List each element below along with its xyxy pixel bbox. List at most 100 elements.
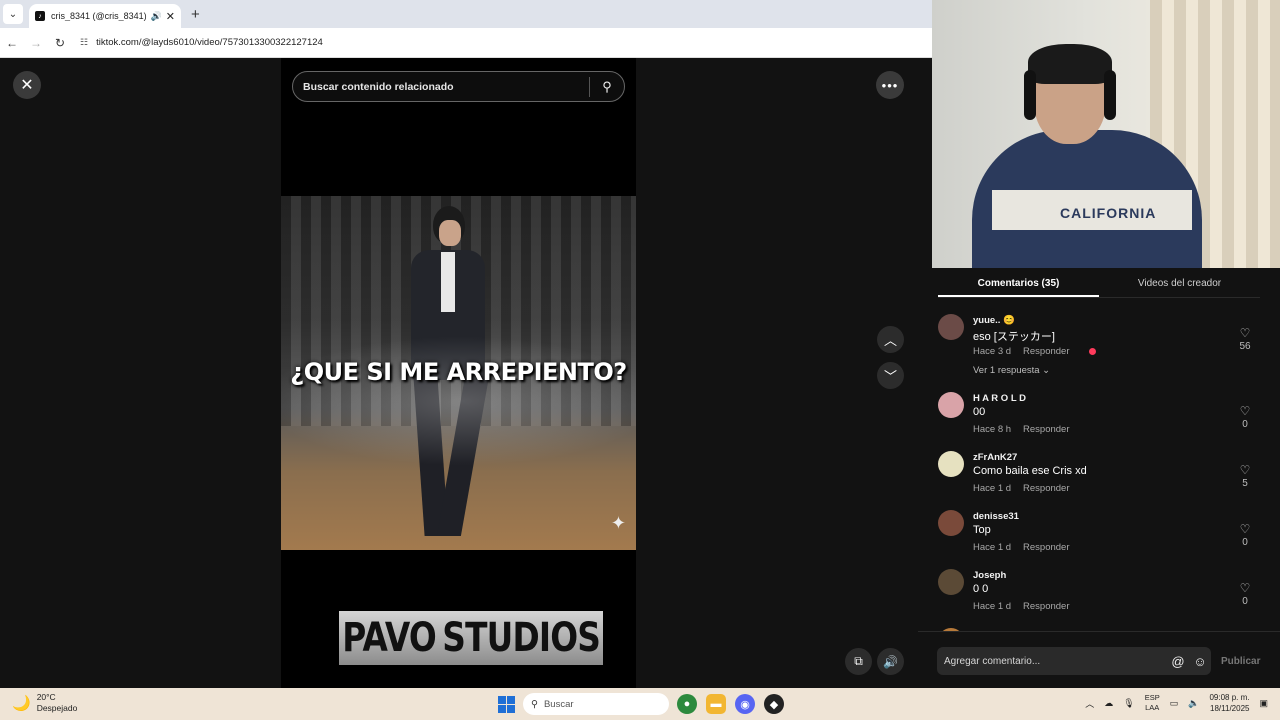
- panel-tabs: Comentarios (35) Videos del creador: [938, 268, 1260, 298]
- network-icon[interactable]: ▭: [1170, 698, 1179, 709]
- video-caption: ¿QUE SI ME ARREPIENTO?: [290, 358, 627, 386]
- back-button[interactable]: ←: [0, 36, 24, 50]
- comment-time: Hace 1 d: [973, 601, 1012, 612]
- notification-icon[interactable]: ▣: [1259, 698, 1268, 709]
- comment-time: Hace 8 h: [973, 424, 1012, 435]
- windows-start-icon[interactable]: [498, 696, 515, 713]
- comment-avatar[interactable]: [938, 451, 964, 477]
- speaker-icon[interactable]: 🔈: [1188, 698, 1199, 709]
- heart-icon[interactable]: ♡: [1240, 404, 1251, 418]
- taskbar-search[interactable]: ⚲ Buscar: [523, 693, 669, 715]
- like-button[interactable]: ♡ 56: [1232, 326, 1258, 352]
- comment-avatar[interactable]: [938, 314, 964, 340]
- comment-text: eso [ステッカー]: [973, 331, 1055, 343]
- reply-button[interactable]: Responder: [1023, 483, 1069, 494]
- tab-close-icon[interactable]: ✕: [166, 10, 175, 23]
- clock[interactable]: 09:08 p. m. 18/11/2025: [1209, 692, 1249, 714]
- publish-button[interactable]: Publicar: [1221, 656, 1260, 667]
- new-tab-button[interactable]: +: [191, 6, 200, 23]
- comment-username[interactable]: Joseph: [973, 570, 1006, 581]
- tab-title: cris_8341 (@cris_8341) | Tik: [51, 11, 147, 21]
- volume-icon[interactable]: 🔊: [877, 648, 904, 675]
- video-player[interactable]: Buscar contenido relacionado ⚲ ¿QUE SI M…: [281, 58, 636, 688]
- comment-input[interactable]: Agregar comentario... @ ☺: [937, 647, 1211, 675]
- view-replies-button[interactable]: Ver 1 respuesta ⌄: [973, 365, 1050, 376]
- heart-icon[interactable]: ♡: [1240, 463, 1251, 477]
- comment-text: 0 0: [973, 583, 989, 595]
- lang-bottom: LAA: [1145, 703, 1160, 712]
- comment-username[interactable]: yuue.. 😊: [973, 315, 1015, 326]
- comment-meta: Hace 1 d Responder: [973, 542, 1070, 553]
- related-search-bar[interactable]: Buscar contenido relacionado ⚲: [292, 71, 625, 102]
- reply-button[interactable]: Responder: [1023, 424, 1069, 435]
- system-tray: ︿ ☁ 🎙 ESP LAA ▭ 🔈 09:08 p. m. 18/11/2025…: [1085, 692, 1268, 714]
- comment-meta: Hace 1 d Responder: [973, 601, 1070, 612]
- file-explorer-icon[interactable]: ▬: [706, 694, 726, 714]
- comment-meta: Hace 1 d Responder: [973, 483, 1070, 494]
- address-bar: ← → ↻ ☷ tiktok.com/@layds6010/video/7573…: [0, 28, 932, 58]
- language-indicator[interactable]: ESP LAA: [1145, 693, 1160, 713]
- tab-search-button[interactable]: ⌄: [3, 4, 23, 24]
- floating-player-icon[interactable]: ⧉: [845, 648, 872, 675]
- weather-status: Despejado: [36, 703, 78, 713]
- like-button[interactable]: ♡ 5: [1232, 463, 1258, 489]
- comment-time: Hace 1 d: [973, 483, 1012, 494]
- comment-text: Como baila ese Cris xd: [973, 465, 1087, 477]
- heart-icon[interactable]: ♡: [1240, 522, 1251, 536]
- comment-text: Top: [973, 524, 991, 536]
- reload-button[interactable]: ↻: [48, 36, 72, 50]
- mention-icon[interactable]: @: [1167, 654, 1189, 669]
- comment-avatar[interactable]: [938, 392, 964, 418]
- like-count: 0: [1242, 537, 1248, 548]
- like-button[interactable]: ♡ 0: [1232, 522, 1258, 548]
- discord-icon[interactable]: ◉: [735, 694, 755, 714]
- heart-icon[interactable]: ♡: [1240, 326, 1251, 340]
- related-search-input[interactable]: Buscar contenido relacionado: [293, 81, 589, 93]
- app-icon[interactable]: ◆: [764, 694, 784, 714]
- comment-item: H A R O L D 00 Hace 8 h Responder ♡ 0: [918, 390, 1280, 449]
- comment-item: yuue.. 😊 eso [ステッカー] Hace 3 d Responder Ver …: [918, 312, 1280, 390]
- reply-button[interactable]: Responder: [1023, 346, 1069, 357]
- comment-input-placeholder[interactable]: Agregar comentario...: [944, 656, 1167, 667]
- forward-button[interactable]: →: [24, 36, 48, 50]
- tab-comments[interactable]: Comentarios (35): [938, 268, 1099, 297]
- tab-creator-videos[interactable]: Videos del creador: [1099, 268, 1260, 297]
- emoji-icon[interactable]: ☺: [1189, 654, 1211, 669]
- like-button[interactable]: ♡ 0: [1232, 581, 1258, 607]
- video-frame: ¿QUE SI ME ARREPIENTO? ✦: [281, 196, 636, 550]
- reply-button[interactable]: Responder: [1023, 601, 1069, 612]
- video-stage: ✕ ••• Buscar contenido relacionado ⚲ ¿QU…: [0, 58, 918, 688]
- pavo-studios-logo: PAVO STUDIOS: [339, 611, 636, 665]
- comment-item: zFrAnK27 Como baila ese Cris xd Hace 1 d Re…: [918, 449, 1280, 508]
- comment-item: Joseph 0 0 Hace 1 d Responder ♡ 0: [918, 567, 1280, 626]
- comment-avatar[interactable]: [938, 510, 964, 536]
- browser-tab[interactable]: ♪ cris_8341 (@cris_8341) | Tik 🔊 ✕: [29, 4, 181, 28]
- url-field[interactable]: ☷ tiktok.com/@layds6010/video/7573013300…: [80, 37, 323, 48]
- comment-username[interactable]: zFrAnK27: [973, 452, 1017, 463]
- comment-meta: Hace 3 d Responder: [973, 346, 1070, 357]
- more-options-button[interactable]: •••: [876, 71, 904, 99]
- comment-username[interactable]: denisse31: [973, 511, 1019, 522]
- comment-text: 00: [973, 406, 986, 418]
- site-info-icon[interactable]: ☷: [80, 37, 88, 48]
- reply-button[interactable]: Responder: [1023, 542, 1069, 553]
- cloud-icon[interactable]: ☁: [1104, 698, 1113, 709]
- like-button[interactable]: ♡ 0: [1232, 404, 1258, 430]
- like-count: 0: [1242, 596, 1248, 607]
- tray-overflow-icon[interactable]: ︿: [1085, 697, 1094, 710]
- lang-top: ESP: [1144, 693, 1160, 702]
- comment-avatar[interactable]: [938, 569, 964, 595]
- search-icon[interactable]: ⚲: [590, 79, 624, 95]
- close-video-button[interactable]: ✕: [13, 71, 41, 99]
- previous-video-button[interactable]: ︿: [877, 326, 904, 353]
- heart-icon[interactable]: ♡: [1240, 581, 1251, 595]
- tab-audio-icon[interactable]: 🔊: [151, 11, 162, 22]
- comments-panel: Comentarios (35) Videos del creador yuue…: [918, 268, 1280, 688]
- microphone-icon[interactable]: 🎙: [1123, 698, 1134, 709]
- chrome-icon[interactable]: ●: [677, 694, 697, 714]
- temperature: 20°C: [36, 692, 56, 702]
- weather-widget[interactable]: 🌙 20°C Despejado: [12, 692, 77, 714]
- next-video-button[interactable]: ﹀: [877, 362, 904, 389]
- comment-username[interactable]: H A R O L D: [973, 393, 1026, 404]
- taskbar-search-label: Buscar: [543, 698, 574, 710]
